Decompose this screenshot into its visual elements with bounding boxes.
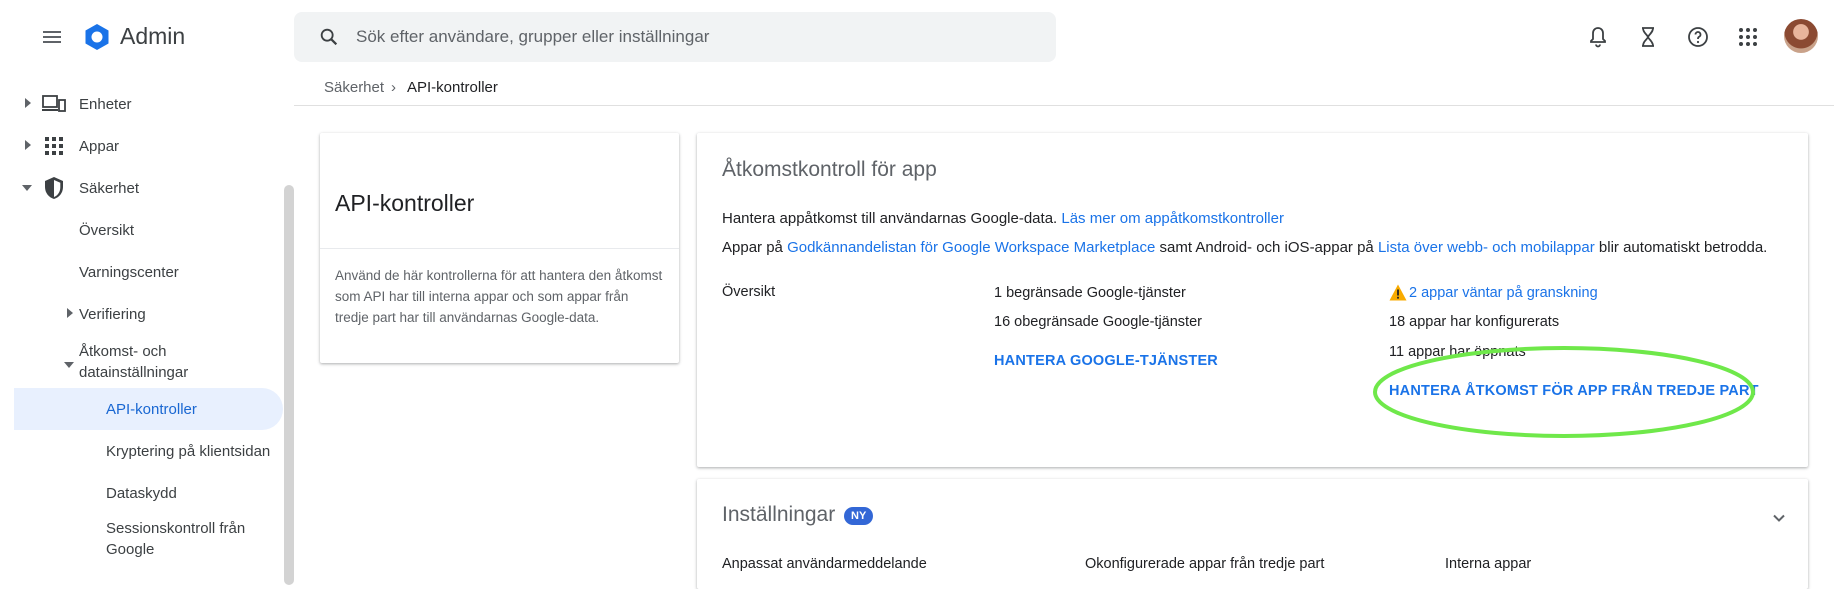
sidebar-item-enheter[interactable]: Enheter — [0, 84, 284, 124]
sidebar-item-dataskydd[interactable]: Dataskydd — [0, 473, 284, 513]
tasks-hourglass-icon[interactable] — [1636, 25, 1660, 49]
breadcrumb-separator: › — [391, 79, 396, 96]
sidebar-item-atkomst-datainstallningar[interactable]: Åtkomst- och datainställningar — [0, 338, 284, 388]
sidebar-item-verifiering[interactable]: Verifiering — [0, 294, 284, 334]
sidebar-item-sessionskontroll[interactable]: Sessionskontroll från Google — [0, 516, 284, 566]
unrestricted-services-count: 16 obegränsade Google-tjänster — [994, 314, 1202, 330]
settings-card-title: Inställningar — [722, 503, 836, 526]
warning-icon — [1389, 284, 1407, 301]
new-badge: NY — [844, 507, 874, 525]
breadcrumb-current: API-kontroller — [407, 79, 498, 96]
restricted-services-count: 1 begränsade Google-tjänster — [994, 285, 1186, 301]
manage-google-services-button[interactable]: HANTERA GOOGLE-TJÄNSTER — [994, 353, 1218, 369]
sidebar-item-varningscenter[interactable]: Varningscenter — [0, 252, 284, 292]
admin-logo-icon — [85, 24, 109, 50]
sidebar-item-sakerhet[interactable]: Säkerhet — [0, 168, 284, 208]
configured-apps-count: 18 appar har konfigurerats — [1389, 314, 1560, 330]
app-access-control-card: Åtkomstkontroll för app Hantera appåtkom… — [697, 133, 1808, 467]
overview-label: Översikt — [722, 284, 776, 300]
card-divider — [320, 248, 679, 249]
search-icon — [320, 28, 338, 46]
trusted-apps-line: Appar på Godkännandelistan för Google Wo… — [722, 239, 1768, 256]
access-intro-line: Hantera appåtkomst till användarnas Goog… — [722, 210, 1284, 227]
api-controls-card: API-kontroller Använd de här kontrollern… — [320, 133, 679, 363]
security-shield-icon — [45, 177, 63, 199]
highlight-circle-annotation — [1373, 346, 1755, 438]
apps-pending-review-link[interactable]: 2 appar väntar på granskning — [1409, 285, 1598, 301]
apps-icon — [45, 137, 63, 155]
web-mobile-apps-link[interactable]: Lista över webb- och mobilappar — [1378, 239, 1595, 256]
search-input[interactable]: Sök efter användare, grupper eller instä… — [356, 27, 709, 47]
apps-grid-icon[interactable] — [1736, 25, 1760, 49]
sidebar-item-oversikt[interactable]: Översikt — [0, 210, 284, 250]
card-description: Använd de här kontrollerna för att hante… — [335, 268, 663, 325]
learn-more-link[interactable]: Läs mer om appåtkomstkontroller — [1061, 210, 1284, 227]
access-card-title: Åtkomstkontroll för app — [722, 158, 937, 181]
sidebar-item-kryptering[interactable]: Kryptering på klientsidan — [0, 431, 284, 471]
main-menu-icon[interactable] — [40, 25, 64, 49]
notifications-bell-icon[interactable] — [1586, 25, 1610, 49]
devices-icon — [42, 95, 66, 112]
sidebar-item-appar[interactable]: Appar — [0, 126, 284, 166]
sidebar-item-api-kontroller[interactable]: API-kontroller — [0, 389, 284, 429]
marketplace-allowlist-link[interactable]: Godkännandelistan för Google Workspace M… — [787, 239, 1155, 256]
chevron-down-icon[interactable] — [1770, 509, 1788, 527]
sidebar-scrollbar[interactable] — [284, 185, 294, 585]
card-title: API-kontroller — [335, 190, 475, 216]
help-icon[interactable] — [1686, 25, 1710, 49]
settings-card[interactable]: Inställningar NY Anpassat användarmeddel… — [697, 479, 1808, 589]
app-title: Admin — [120, 23, 186, 49]
breadcrumb-parent[interactable]: Säkerhet — [324, 79, 384, 96]
user-avatar[interactable] — [1784, 19, 1818, 53]
header-divider — [294, 105, 1834, 106]
